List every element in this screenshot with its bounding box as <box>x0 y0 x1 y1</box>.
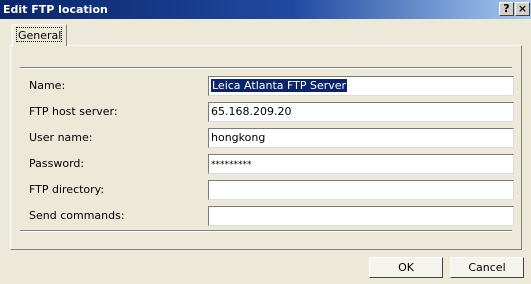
help-icon: ? <box>503 2 510 15</box>
user-label: User name: <box>29 131 93 144</box>
send-commands-field[interactable] <box>208 206 514 226</box>
cancel-button[interactable]: Cancel <box>450 257 524 278</box>
tab-general-label: General <box>18 29 62 42</box>
name-label: Name: <box>29 79 66 92</box>
tab-general[interactable]: General <box>12 24 67 46</box>
directory-label: FTP directory: <box>29 183 105 196</box>
host-label: FTP host server: <box>29 105 118 118</box>
password-field[interactable]: ********* <box>208 154 514 174</box>
bottom-separator <box>20 230 512 232</box>
close-icon: × <box>517 2 528 15</box>
ftp-host-field[interactable]: 65.168.209.20 <box>208 102 514 122</box>
user-name-field[interactable]: hongkong <box>208 128 514 148</box>
ok-button[interactable]: OK <box>369 257 443 278</box>
name-value: Leica Atlanta FTP Server <box>211 79 348 92</box>
host-value: 65.168.209.20 <box>211 105 292 118</box>
window-title: Edit FTP location <box>3 3 108 16</box>
title-bar[interactable]: Edit FTP location ? × <box>0 0 531 19</box>
password-value: ********* <box>211 160 252 170</box>
name-field[interactable]: Leica Atlanta FTP Server <box>208 76 514 96</box>
edit-ftp-location-dialog: Edit FTP location ? × General Name: Leic… <box>0 0 531 284</box>
top-separator <box>20 67 512 69</box>
general-tab-panel: Name: Leica Atlanta FTP Server FTP host … <box>10 45 522 250</box>
user-value: hongkong <box>211 131 266 144</box>
password-label: Password: <box>29 157 85 170</box>
ftp-directory-field[interactable] <box>208 180 514 200</box>
close-button[interactable]: × <box>515 2 530 16</box>
commands-label: Send commands: <box>29 209 125 222</box>
help-button[interactable]: ? <box>499 2 514 16</box>
